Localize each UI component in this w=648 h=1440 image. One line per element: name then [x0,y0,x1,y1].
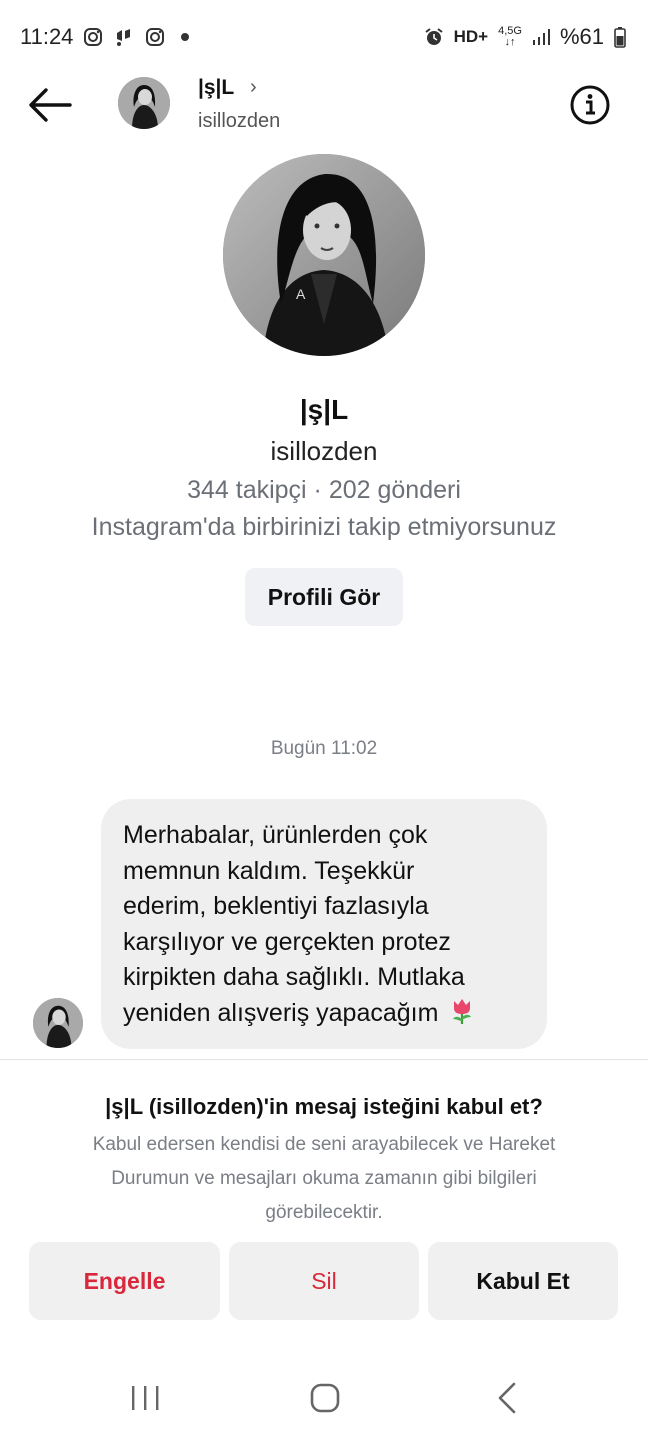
message-line: yeniden alışveriş yapacağım [123,998,439,1027]
view-profile-button[interactable]: Profili Gör [245,568,403,626]
message-timestamp: Bugün 11:02 [270,738,378,759]
system-nav-bar [0,1360,648,1440]
arrow-left-icon [29,88,72,122]
chevron-left-icon [498,1382,516,1414]
chat-header: |ş|L › isillozden [0,74,648,136]
profile-username: isillozden [270,436,378,466]
info-icon [570,85,610,125]
notification-icon [113,27,135,47]
svg-text:A: A [296,286,306,302]
message-line: Merhabalar, ürünlerden çok [123,821,428,849]
request-description-line: Durumun ve mesajları okuma zamanın gibi … [111,1168,537,1189]
request-description-line: görebilecektir. [265,1202,383,1223]
profile-avatar[interactable]: A [223,154,425,356]
network-type: 4,5G [498,25,522,37]
profile-name: |ş|L [299,394,349,425]
message-line: memnun kaldım. Teşekkür [123,856,415,885]
block-button[interactable]: Engelle [29,1242,220,1320]
battery-percent: %61 [559,24,604,49]
battery-icon [614,26,626,48]
request-title: |ş|L (isillozden)'in mesaj isteğini kabu… [105,1094,543,1119]
home-icon [310,1383,340,1413]
status-bar: 11:24 HD+ 4,5G ↓↑ %61 [0,0,648,74]
message-line: karşılıyor ve gerçekten protez [123,927,451,956]
back-button[interactable] [26,84,74,126]
message-line-last: yeniden alışveriş yapacağım [123,996,527,1032]
home-button[interactable] [295,1378,355,1418]
header-username[interactable]: isillozden [198,110,280,133]
divider [0,1059,648,1060]
message-line: ederim, beklentiyi fazlasıyla [123,892,429,920]
recent-apps-icon [132,1386,159,1410]
instagram-icon [145,27,165,47]
status-right: HD+ 4,5G ↓↑ %61 [424,24,626,50]
message-bubble[interactable]: Merhabalar, ürünlerden çok memnun kaldım… [101,799,547,1049]
dot-icon [181,33,190,41]
accept-button[interactable]: Kabul Et [428,1242,618,1320]
chevron-right-icon: › [250,76,257,98]
signal-icon [532,28,550,46]
hd-icon: HD+ [453,27,489,46]
message-line: kirpikten daha sağlıklı. Mutlaka [123,963,465,991]
delete-button[interactable]: Sil [229,1242,419,1320]
header-avatar[interactable] [118,77,170,129]
info-button[interactable] [569,84,611,126]
request-description: Kabul edersen kendisi de seni arayabilec… [54,1128,594,1230]
profile-stats: 344 takipçi · 202 gönderi [187,476,461,504]
header-name[interactable]: |ş|L [198,76,234,100]
alarm-icon [424,27,444,47]
back-nav-button[interactable] [478,1378,538,1418]
recent-apps-button[interactable] [115,1378,175,1418]
status-time: 11:24 [20,24,74,49]
status-left: 11:24 [20,24,190,50]
request-description-line: Kabul edersen kendisi de seni arayabilec… [92,1134,556,1155]
tulip-icon [453,998,472,1024]
sender-avatar[interactable] [33,998,83,1048]
screen: 11:24 HD+ 4,5G ↓↑ %61 |ş|L › isillozden … [0,0,648,1440]
follow-relation-text: Instagram'da birbirinizi takip etmiyorsu… [91,513,557,541]
data-icon: 4,5G ↓↑ [498,25,522,48]
instagram-icon [83,27,103,47]
